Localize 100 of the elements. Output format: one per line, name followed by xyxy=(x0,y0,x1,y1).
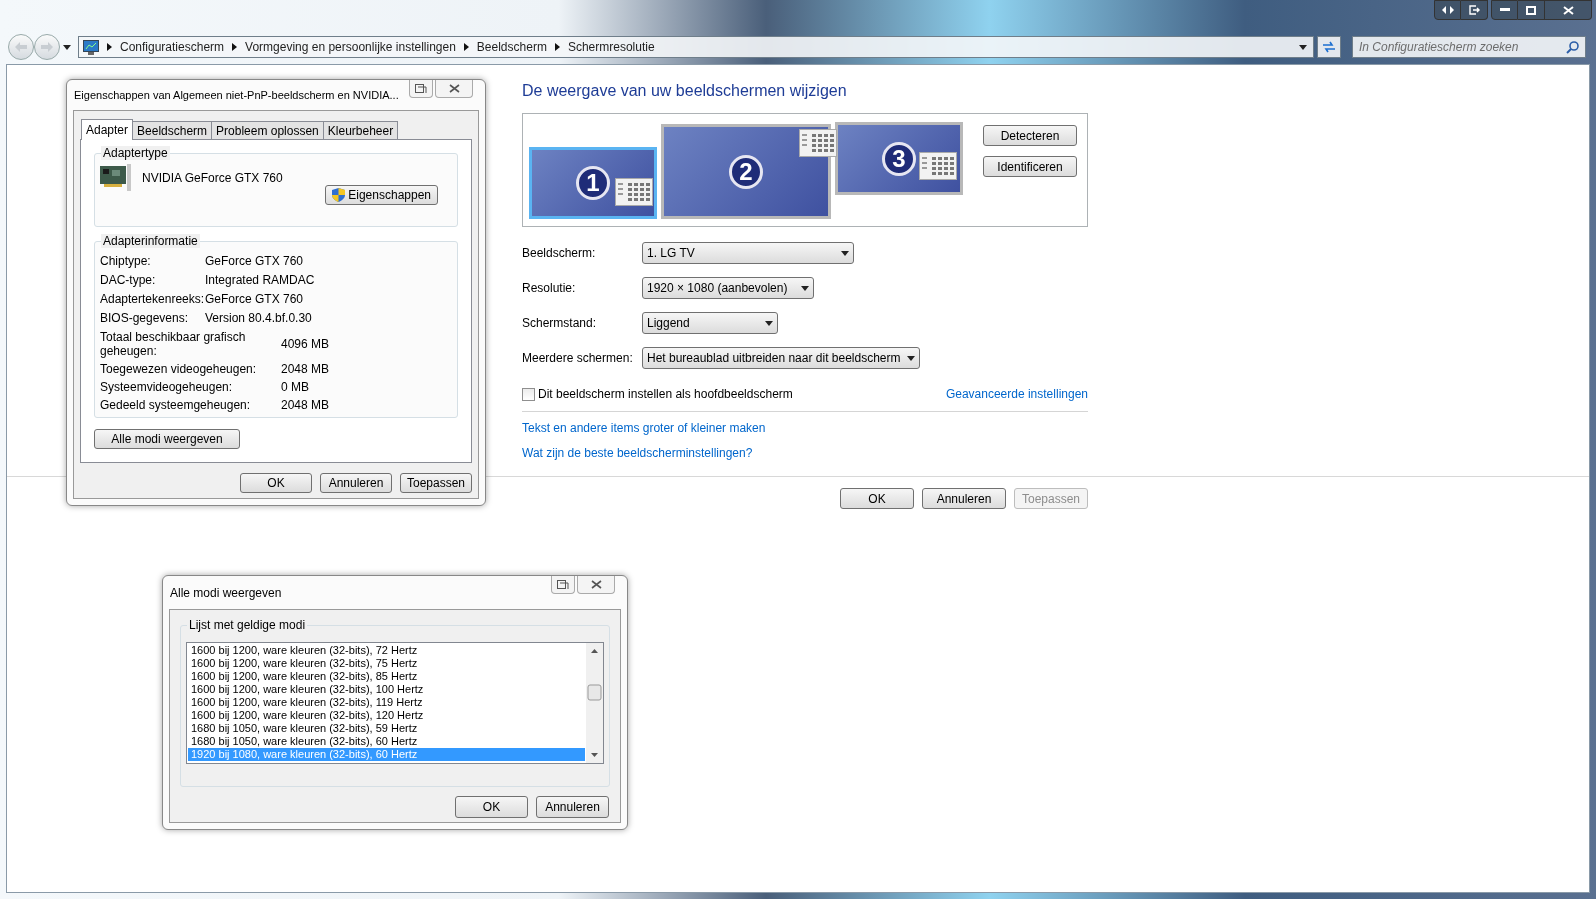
mode-item[interactable]: 1600 bij 1200, ware kleuren (32-bits), 72 Hertz xyxy=(188,644,585,657)
close-icon xyxy=(590,580,602,589)
search-icon xyxy=(1566,40,1579,54)
back-arrow-icon xyxy=(15,42,27,52)
chevron-icon xyxy=(107,43,112,51)
dropdown-arrow-icon xyxy=(765,320,773,326)
forward-arrow-icon xyxy=(41,42,53,52)
info-value: 2048 MB xyxy=(281,398,331,412)
info-value: 0 MB xyxy=(281,380,310,394)
monitor-action-button[interactable]: Detecteren xyxy=(983,125,1077,146)
info-value: Integrated RAMDAC xyxy=(205,273,316,287)
chevron-icon xyxy=(554,43,560,51)
field-label: Beeldscherm: xyxy=(522,245,597,262)
info-label: Adaptertekenreeks: xyxy=(100,292,205,306)
dropdown[interactable]: 1. LG TV xyxy=(642,242,854,264)
info-label: Systeemvideogeheugen: xyxy=(100,380,234,394)
help-link[interactable]: Tekst en andere items groter of kleiner maken xyxy=(522,421,766,435)
graphics-card-icon xyxy=(100,164,132,191)
field-label: Resolutie: xyxy=(522,280,577,297)
maximize-button[interactable] xyxy=(1518,0,1545,20)
mini-window-icon xyxy=(919,152,957,180)
info-label: Chiptype: xyxy=(100,254,152,268)
refresh-button[interactable] xyxy=(1317,36,1341,58)
info-label: Totaal beschikbaar grafisch geheugen: xyxy=(100,330,247,358)
breadcrumb[interactable]: Schermresolutie xyxy=(567,38,655,56)
minimize-icon xyxy=(1499,8,1510,12)
mini-window-icon xyxy=(615,178,653,206)
resize-button[interactable] xyxy=(1434,0,1461,20)
monitor-action-button[interactable]: Identificeren xyxy=(983,156,1077,177)
close-icon xyxy=(448,84,460,93)
restore-button[interactable] xyxy=(551,576,575,594)
show-all-modes-button[interactable]: Alle modi weergeven xyxy=(94,429,240,449)
info-value: GeForce GTX 760 xyxy=(205,292,305,306)
monitor-tile[interactable]: 2 xyxy=(661,124,831,219)
dialog-title: Alle modi weergeven xyxy=(170,584,282,602)
breadcrumb[interactable]: Configuratiescherm xyxy=(120,38,225,56)
field-label: Meerdere schermen: xyxy=(522,350,634,367)
search-field[interactable]: In Configuratiescherm zoeken xyxy=(1352,36,1586,58)
mode-item[interactable]: 1680 bij 1050, ware kleuren (32-bits), 59 Hertz xyxy=(188,722,585,735)
close-button[interactable] xyxy=(577,576,615,594)
dropdown[interactable]: 1920 × 1080 (aanbevolen) xyxy=(642,277,814,299)
dropdown[interactable]: Liggend xyxy=(642,312,778,334)
page-button[interactable]: OK xyxy=(840,488,914,509)
dialog-button[interactable]: Toepassen xyxy=(400,473,472,493)
help-link[interactable]: Wat zijn de beste beeldscherminstellingen? xyxy=(522,446,753,460)
scrollbar[interactable] xyxy=(586,643,603,763)
control-panel-icon xyxy=(83,39,99,55)
close-button[interactable] xyxy=(1545,0,1592,20)
dialog-button[interactable]: Annuleren xyxy=(536,796,609,818)
info-label: Gedeeld systeemgeheugen: xyxy=(100,398,252,412)
info-value: 4096 MB xyxy=(281,337,331,351)
tab[interactable]: Beeldscherm xyxy=(132,121,213,139)
dialog-title: Eigenschappen van Algemeen niet-PnP-beeldscherm en NVIDIA... xyxy=(74,87,399,103)
minimize-button[interactable] xyxy=(1491,0,1518,20)
chevron-icon xyxy=(232,43,238,51)
exit-button[interactable] xyxy=(1461,0,1488,20)
dropdown-arrow-icon xyxy=(841,250,849,256)
mode-item[interactable]: 1600 bij 1200, ware kleuren (32-bits), 75 Hertz xyxy=(188,657,585,670)
dropdown-arrow-icon xyxy=(907,355,915,361)
info-label: Toegewezen videogeheugen: xyxy=(100,362,258,376)
page-button[interactable]: Annuleren xyxy=(922,488,1006,509)
restore-button[interactable] xyxy=(409,80,433,98)
checkbox-label: Dit beeldscherm instellen als hoofdbeeldscherm xyxy=(538,386,793,403)
shield-icon xyxy=(332,188,346,202)
info-value: Version 80.4.bf.0.30 xyxy=(205,311,313,325)
dropdown-arrow-icon xyxy=(801,285,809,291)
checkbox[interactable] xyxy=(522,387,535,401)
dialog-button[interactable]: OK xyxy=(455,796,528,818)
dropdown-arrow-icon xyxy=(1299,44,1307,50)
mode-item[interactable]: 1680 bij 1050, ware kleuren (32-bits), 60 Hertz xyxy=(188,735,585,748)
info-value: 2048 MB xyxy=(281,362,331,376)
breadcrumb[interactable]: Vormgeving en persoonlijke instellingen xyxy=(245,38,456,56)
close-button[interactable] xyxy=(435,80,473,98)
mode-item[interactable]: 1600 bij 1200, ware kleuren (32-bits), 100 Hertz xyxy=(188,683,585,696)
tab[interactable]: Adapter xyxy=(81,119,134,140)
properties-button[interactable]: Eigenschappen xyxy=(325,185,438,205)
breadcrumb[interactable]: Beeldscherm xyxy=(476,38,547,56)
window-icon xyxy=(415,83,427,94)
info-label: DAC-type: xyxy=(100,273,157,287)
address-bar[interactable]: Configuratiescherm Vormgeving en persoonlijke instellingen Beeldscherm Schermresolutie xyxy=(78,36,1314,58)
tab[interactable]: Probleem oplossen xyxy=(211,121,324,139)
group-legend: Adapterinformatie xyxy=(101,234,200,248)
adapter-name: NVIDIA GeForce GTX 760 xyxy=(142,169,283,187)
history-arrow-icon xyxy=(63,44,71,50)
mini-window-icon xyxy=(799,129,837,157)
tab[interactable]: Kleurbeheer xyxy=(322,121,399,139)
mode-item[interactable]: 1600 bij 1200, ware kleuren (32-bits), 119 Hertz xyxy=(188,696,585,709)
mode-item[interactable]: 1600 bij 1200, ware kleuren (32-bits), 85 Hertz xyxy=(188,670,585,683)
info-value: GeForce GTX 760 xyxy=(205,254,305,268)
dropdown[interactable]: Het bureaublad uitbreiden naar dit beeldscherm xyxy=(642,347,920,369)
close-icon xyxy=(1562,5,1574,15)
page-heading: De weergave van uw beeldschermen wijzigen xyxy=(522,81,848,101)
window-icon xyxy=(557,579,569,590)
group-legend: Lijst met geldige modi xyxy=(187,618,308,632)
dialog-button[interactable]: Annuleren xyxy=(320,473,392,493)
maximize-icon xyxy=(1526,5,1536,15)
dialog-button[interactable]: OK xyxy=(240,473,312,493)
advanced-settings-link[interactable]: Geavanceerde instellingen xyxy=(945,385,1088,403)
mode-item[interactable]: 1600 bij 1200, ware kleuren (32-bits), 120 Hertz xyxy=(188,709,585,722)
info-label: BIOS-gegevens: xyxy=(100,311,190,325)
